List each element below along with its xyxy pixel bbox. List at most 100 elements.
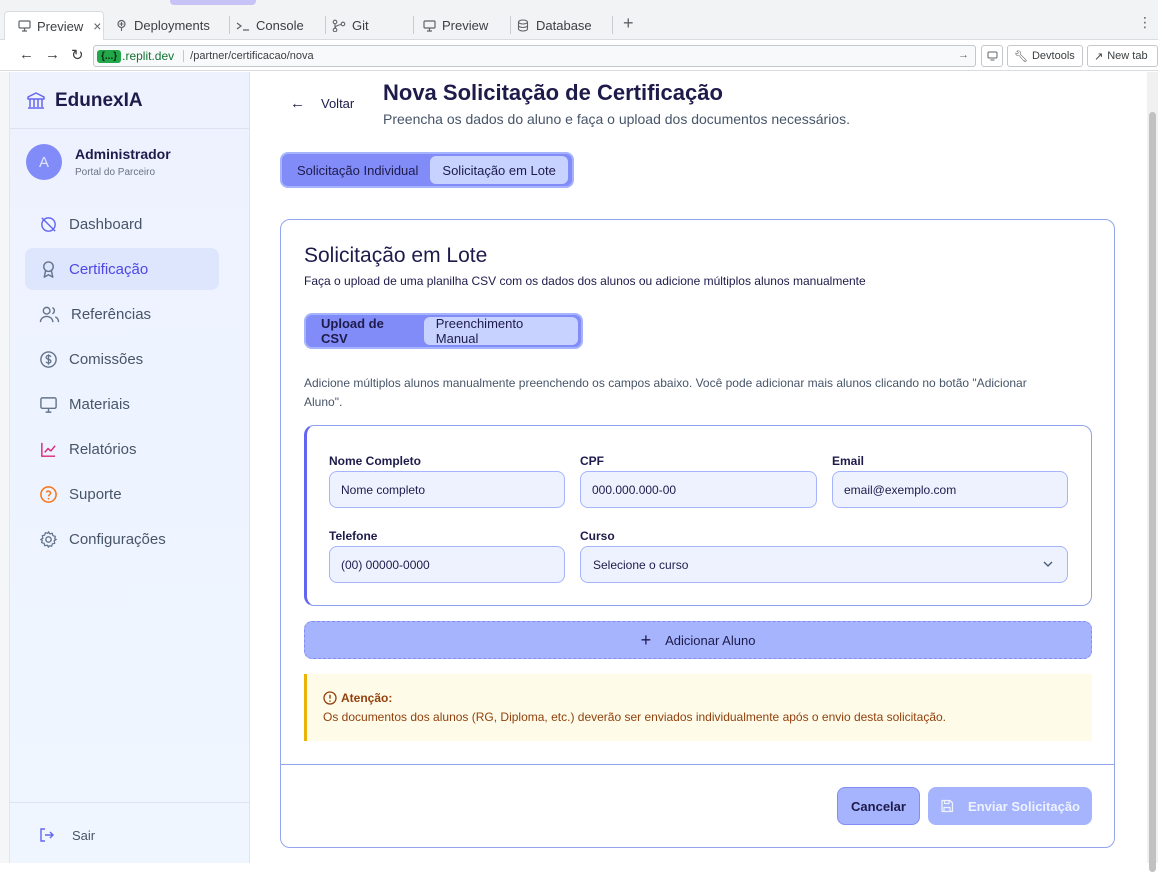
back-button[interactable]: ← Voltar	[290, 95, 354, 112]
tab-solicitacao-lote[interactable]: Solicitação em Lote	[430, 156, 568, 184]
url-input[interactable]: {...} .replit.dev /partner/certificacao/…	[93, 45, 976, 67]
tab-group-indicator	[170, 0, 256, 5]
sidebar-item-dashboard[interactable]: Dashboard	[25, 203, 219, 245]
reload-icon[interactable]: ↻	[71, 46, 84, 64]
logout-icon	[40, 828, 54, 842]
dashboard-icon	[41, 216, 56, 232]
user-role: Portal do Parceiro	[75, 167, 156, 178]
tab-label: Preview	[37, 18, 84, 34]
telefone-input[interactable]: (00) 00000-0000	[329, 546, 565, 583]
submit-request-button[interactable]: Enviar Solicitação	[928, 787, 1092, 825]
nome-input[interactable]: Nome completo	[329, 471, 565, 508]
alert-text: Os documentos dos alunos (RG, Diploma, e…	[323, 710, 946, 724]
settings-icon	[40, 530, 57, 548]
tab-label: Console	[256, 18, 304, 33]
add-student-button[interactable]: + Adicionar Aluno	[304, 621, 1092, 659]
tab-git[interactable]: Git	[316, 11, 369, 40]
url-host: .replit.dev	[122, 49, 175, 63]
tab-database[interactable]: Database	[500, 11, 592, 40]
logout-label: Sair	[72, 827, 96, 843]
brand[interactable]: EdunexIA	[26, 90, 143, 112]
new-tab-label: New tab	[1107, 50, 1148, 62]
batch-mode-tabs: Upload de CSV Preenchimento Manual	[304, 313, 583, 349]
alert-circle-icon	[323, 691, 337, 705]
address-bar: ← → ↻ {...} .replit.dev /partner/certifi…	[0, 40, 1158, 71]
tab-label: Preview	[442, 18, 489, 33]
dollar-icon	[40, 350, 57, 368]
submit-label: Enviar Solicitação	[968, 798, 1080, 814]
terminal-icon	[236, 19, 250, 33]
sidebar-item-label: Configurações	[69, 530, 166, 548]
alert-title-text: Atenção:	[341, 691, 393, 705]
help-icon	[40, 485, 57, 503]
school-icon	[27, 92, 45, 109]
curso-select[interactable]: Selecione o curso	[580, 546, 1068, 583]
sidebar-item-label: Certificação	[69, 260, 149, 278]
sidebar-item-materiais[interactable]: Materiais	[25, 383, 219, 425]
url-chip: {...}	[97, 49, 122, 63]
cpf-input[interactable]: 000.000.000-00	[580, 471, 817, 508]
chevron-down-icon	[1042, 558, 1054, 573]
tab-label: Database	[536, 18, 592, 33]
tab-preenchimento-manual[interactable]: Preenchimento Manual	[423, 316, 578, 346]
tab-divider	[612, 16, 613, 34]
sidebar-item-label: Suporte	[69, 485, 122, 503]
logout-button[interactable]: Sair	[39, 827, 95, 843]
telefone-label: Telefone	[329, 529, 378, 543]
tab-preview-active[interactable]: Preview ×	[4, 11, 104, 40]
sidebar-nav: Dashboard Certificação Referências Comis…	[25, 203, 219, 563]
card-title: Solicitação em Lote	[304, 244, 488, 267]
back-arrow-icon[interactable]: ←	[19, 46, 34, 63]
card-subtitle: Faça o upload de uma planilha CSV com os…	[304, 274, 866, 288]
tab-deployments[interactable]: Deployments	[98, 11, 210, 40]
url-path: /partner/certificacao/nova	[183, 50, 314, 62]
curso-label: Curso	[580, 529, 615, 543]
request-mode-tabs: Solicitação Individual Solicitação em Lo…	[280, 152, 574, 188]
sidebar-item-configuracoes[interactable]: Configurações	[25, 518, 219, 560]
tab-console[interactable]: Console	[220, 11, 304, 40]
scrollbar-thumb[interactable]	[1149, 112, 1156, 872]
new-tab-button[interactable]: ↗ New tab	[1087, 45, 1158, 67]
tab-preview[interactable]: Preview	[406, 11, 488, 40]
left-gutter	[0, 72, 10, 863]
tab-label: Deployments	[134, 18, 210, 33]
forward-arrow-icon[interactable]: →	[45, 46, 60, 63]
monitor-icon	[17, 19, 31, 33]
external-link-icon: ↗	[1094, 50, 1104, 63]
page-title: Nova Solicitação de Certificação	[383, 80, 723, 105]
card-footer-divider	[281, 764, 1114, 765]
monitor-icon	[40, 396, 57, 413]
new-tab-icon[interactable]: +	[623, 13, 634, 34]
sidebar-item-comissoes[interactable]: Comissões	[25, 338, 219, 380]
nome-label: Nome Completo	[329, 454, 422, 468]
sidebar-item-label: Materiais	[69, 395, 130, 413]
cancel-button[interactable]: Cancelar	[837, 787, 920, 825]
sidebar-item-relatorios[interactable]: Relatórios	[25, 428, 219, 470]
student-entry-card: Nome Completo Nome completo CPF 000.000.…	[304, 425, 1092, 606]
sidebar-item-label: Comissões	[69, 350, 144, 368]
tab-solicitacao-individual[interactable]: Solicitação Individual	[285, 156, 430, 184]
manual-description: Adicione múltiplos alunos manualmente pr…	[304, 376, 1027, 409]
users-icon	[39, 306, 60, 322]
save-icon	[941, 799, 954, 813]
sidebar-item-referencias[interactable]: Referências	[25, 293, 219, 335]
devtools-button[interactable]: 🔧︎ Devtools	[1007, 45, 1083, 67]
database-icon	[516, 19, 530, 33]
email-input[interactable]: email@exemplo.com	[832, 471, 1068, 508]
sidebar-item-certificacao[interactable]: Certificação	[25, 248, 219, 290]
user-name: Administrador	[75, 146, 171, 162]
screen-icon[interactable]	[981, 45, 1003, 67]
sidebar-item-label: Relatórios	[69, 440, 137, 458]
go-arrow-icon[interactable]: →	[958, 49, 969, 61]
deployments-icon	[114, 19, 128, 33]
add-student-label: Adicionar Aluno	[665, 632, 756, 648]
chart-icon	[41, 442, 56, 457]
page-scrollbar[interactable]	[1147, 72, 1158, 872]
sidebar-item-suporte[interactable]: Suporte	[25, 473, 219, 515]
git-icon	[332, 19, 346, 33]
award-icon	[43, 260, 54, 278]
tab-upload-csv[interactable]: Upload de CSV	[309, 316, 424, 346]
alert-title: Atenção:	[323, 691, 392, 705]
plus-icon: +	[640, 630, 652, 650]
more-options-icon[interactable]: ⋮	[1138, 14, 1152, 31]
